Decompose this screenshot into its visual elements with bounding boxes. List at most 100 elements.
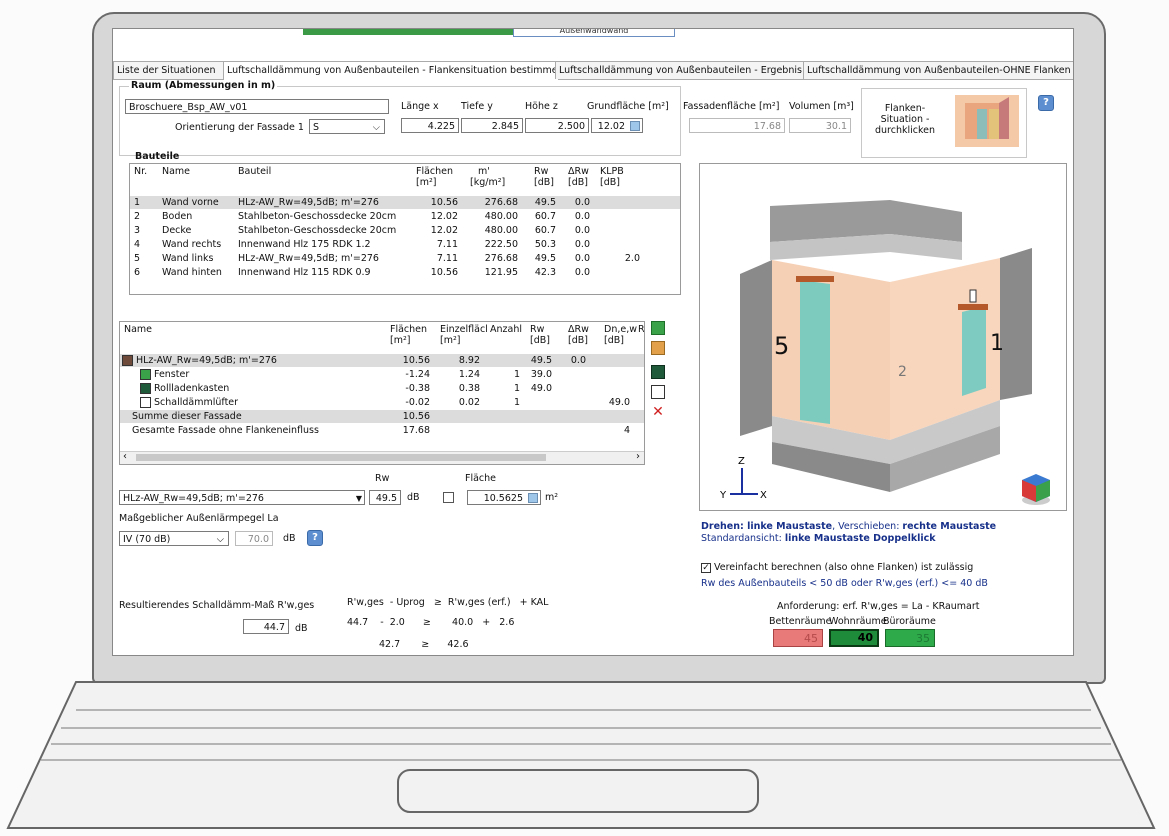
- cell-bauteil: Innenwand Hlz 175 RDK 1.2: [238, 239, 371, 250]
- fcol-drw: ΔRw: [568, 324, 589, 335]
- flanken-preview-icon[interactable]: [955, 95, 1019, 147]
- help-icon[interactable]: ?: [307, 530, 323, 546]
- cell-klpb: 2.0: [624, 253, 640, 264]
- result-label: Resultierendes Schalldämm-Maß R'w,ges: [119, 600, 315, 611]
- orientierung-value: S: [313, 122, 320, 133]
- tab-ergebnis[interactable]: Luftschalldämmung von Außenbauteilen - E…: [555, 61, 807, 79]
- add-window-icon[interactable]: [651, 321, 665, 335]
- rw-input[interactable]: 49.5: [369, 490, 401, 505]
- cell-m: 276.68: [484, 253, 518, 264]
- add-rollladen-icon[interactable]: [651, 365, 665, 379]
- bauteile-row[interactable]: 5 Wand links HLz-AW_Rw=49,5dB; m'=276 7.11 2…: [130, 252, 680, 265]
- bauteil-select[interactable]: HLz-AW_Rw=49,5dB; m'=276 ▼: [119, 490, 365, 505]
- raum-name-input[interactable]: Broschuere_Bsp_AW_v01: [125, 99, 389, 114]
- cell-name: Summe dieser Fassade: [132, 411, 242, 422]
- tab-ohne-flanken[interactable]: Luftschalldämmung von Außenbauteilen-OHN…: [803, 61, 1073, 79]
- aussenlaerm-select[interactable]: IV (70 dB) ⌵: [119, 531, 229, 546]
- fassade-table: Name Flächen [m²] Einzelfläcl [m²] Anzah…: [119, 321, 645, 465]
- cell-name: Schalldämmlüfter: [154, 397, 239, 408]
- fassade-row[interactable]: Rollladenkasten -0.38 0.38 1 49.0: [120, 382, 644, 395]
- fcol-dn: Dn,e,w: [604, 324, 637, 335]
- bauteile-header-row: Nr. Name Bauteil Flächen [m²] m' [kg/m²]…: [130, 166, 680, 194]
- hoehe-input[interactable]: 2.500: [525, 118, 589, 133]
- tab-bar: Liste der Situationen Luftschalldämmung …: [113, 61, 1073, 80]
- cell-nr: 4: [134, 239, 141, 250]
- fassade-row[interactable]: Schalldämmlüfter -0.02 0.02 1 49.0: [120, 396, 644, 409]
- brick-icon: [122, 355, 133, 366]
- bauteile-row[interactable]: 1 Wand vorne HLz-AW_Rw=49,5dB; m'=276 10.56…: [130, 196, 680, 209]
- laenge-input[interactable]: 4.225: [401, 118, 459, 133]
- help-text: linke Maustaste Doppelklick: [784, 533, 936, 544]
- top-status-strip: [303, 29, 513, 35]
- fcol-anzahl: Anzahl: [490, 324, 522, 335]
- scroll-thumb[interactable]: [136, 454, 546, 461]
- fassadenflaeche-label: Fassadenfläche [m²]: [683, 101, 780, 112]
- cell-drw: 0.0: [574, 197, 590, 208]
- col-drw: ΔRw: [568, 166, 589, 177]
- add-shutter-icon[interactable]: [651, 341, 665, 355]
- 3d-view[interactable]: 5 1 2 Z Y X: [699, 163, 1067, 511]
- tab-flankensituation[interactable]: Luftschalldämmung von Außenbauteilen - F…: [223, 61, 564, 80]
- cell-rw: 49.5: [534, 253, 556, 264]
- cell-name: Wand rechts: [162, 239, 222, 250]
- cell-einzel: 0.38: [458, 383, 480, 394]
- fcol-einzel-unit: [m²]: [440, 335, 461, 346]
- 3d-room-model[interactable]: 5 1 2 Z Y X: [700, 164, 1066, 510]
- bauteile-row[interactable]: 4 Wand rechts Innenwand Hlz 175 RDK 1.2 7.1…: [130, 238, 680, 251]
- cell-drw: 0.0: [574, 239, 590, 250]
- cell-einzel: 1.24: [458, 369, 480, 380]
- laenge-label: Länge x: [401, 101, 439, 112]
- fassade-row[interactable]: Gesamte Fassade ohne Flankeneinfluss 17.6…: [120, 424, 644, 437]
- tab-situationen[interactable]: Liste der Situationen: [113, 61, 227, 79]
- help-icon[interactable]: ?: [1038, 95, 1054, 111]
- col-rw-unit: [dB]: [534, 177, 554, 188]
- horizontal-scrollbar[interactable]: ‹ ›: [120, 451, 644, 464]
- flaeche-checkbox[interactable]: [443, 492, 454, 503]
- axis-z-label: Z: [738, 456, 745, 467]
- fassade-row[interactable]: Fenster -1.24 1.24 1 39.0: [120, 368, 644, 381]
- tiefe-label: Tiefe y: [461, 101, 493, 112]
- orientierung-select[interactable]: S ⌵: [309, 119, 385, 134]
- fassade-row[interactable]: Summe dieser Fassade 10.56: [120, 410, 644, 423]
- vereinfacht-checkbox[interactable]: ✓: [701, 563, 711, 573]
- bauteile-row[interactable]: 2 Boden Stahlbeton-Geschossdecke 20cm 12.02…: [130, 210, 680, 223]
- col-m: m': [478, 166, 490, 177]
- flanken-button-label[interactable]: Flanken- Situation - durchklicken: [875, 103, 935, 136]
- view-cube-icon[interactable]: [1022, 474, 1050, 505]
- flaeche-input[interactable]: 10.5625: [467, 490, 541, 505]
- calculator-icon[interactable]: [630, 121, 640, 131]
- chevron-down-icon: ⌵: [216, 534, 224, 545]
- luefter-icon: [140, 397, 151, 408]
- app-window: Außenwandwand Liste der Situationen Luft…: [112, 28, 1074, 656]
- tiefe-input[interactable]: 2.845: [461, 118, 523, 133]
- cell-rw: 49.0: [530, 383, 552, 394]
- fcol-flaechen: Flächen: [390, 324, 428, 335]
- flaeche-value: 10.5625: [483, 493, 523, 504]
- 3d-help-line-2: Standardansicht: linke Maustaste Doppelk…: [701, 533, 936, 544]
- fassadenflaeche-value: 17.68: [689, 118, 785, 133]
- scroll-right-icon[interactable]: ›: [636, 451, 640, 462]
- cell-flaechen: 10.56: [402, 411, 430, 422]
- aussenlaerm-db-unit: dB: [283, 533, 296, 544]
- cell-drw: 0.0: [574, 225, 590, 236]
- bauteile-row[interactable]: 6 Wand hinten Innenwand Hlz 115 RDK 0.9 10.…: [130, 266, 680, 279]
- col-m-unit: [kg/m²]: [470, 177, 506, 188]
- cell-m: 222.50: [484, 239, 518, 250]
- cell-bauteil: Innenwand Hlz 115 RDK 0.9: [238, 267, 371, 278]
- scroll-left-icon[interactable]: ‹: [123, 451, 127, 462]
- chevron-down-icon: ⌵: [372, 122, 380, 133]
- wall-label-1: 1: [990, 331, 1004, 356]
- cell-name: Wand hinten: [162, 267, 222, 278]
- cell-bauteil: HLz-AW_Rw=49,5dB; m'=276: [238, 197, 379, 208]
- fassade-header-row: Name Flächen [m²] Einzelfläcl [m²] Anzah…: [120, 324, 644, 352]
- cell-m: 480.00: [484, 211, 518, 222]
- req-wohnraeume: 40: [829, 629, 879, 647]
- bauteile-row[interactable]: 3 Decke Stahlbeton-Geschossdecke 20cm 12.02…: [130, 224, 680, 237]
- fassade-row[interactable]: HLz-AW_Rw=49,5dB; m'=276 10.56 8.92 49.5 0.0: [120, 354, 644, 367]
- add-luefter-icon[interactable]: [651, 385, 665, 399]
- cell-flaechen: -1.24: [405, 369, 430, 380]
- delete-icon[interactable]: ✕: [651, 405, 665, 420]
- calculator-icon[interactable]: [528, 493, 538, 503]
- cell-nr: 2: [134, 211, 141, 222]
- cell-nr: 3: [134, 225, 141, 236]
